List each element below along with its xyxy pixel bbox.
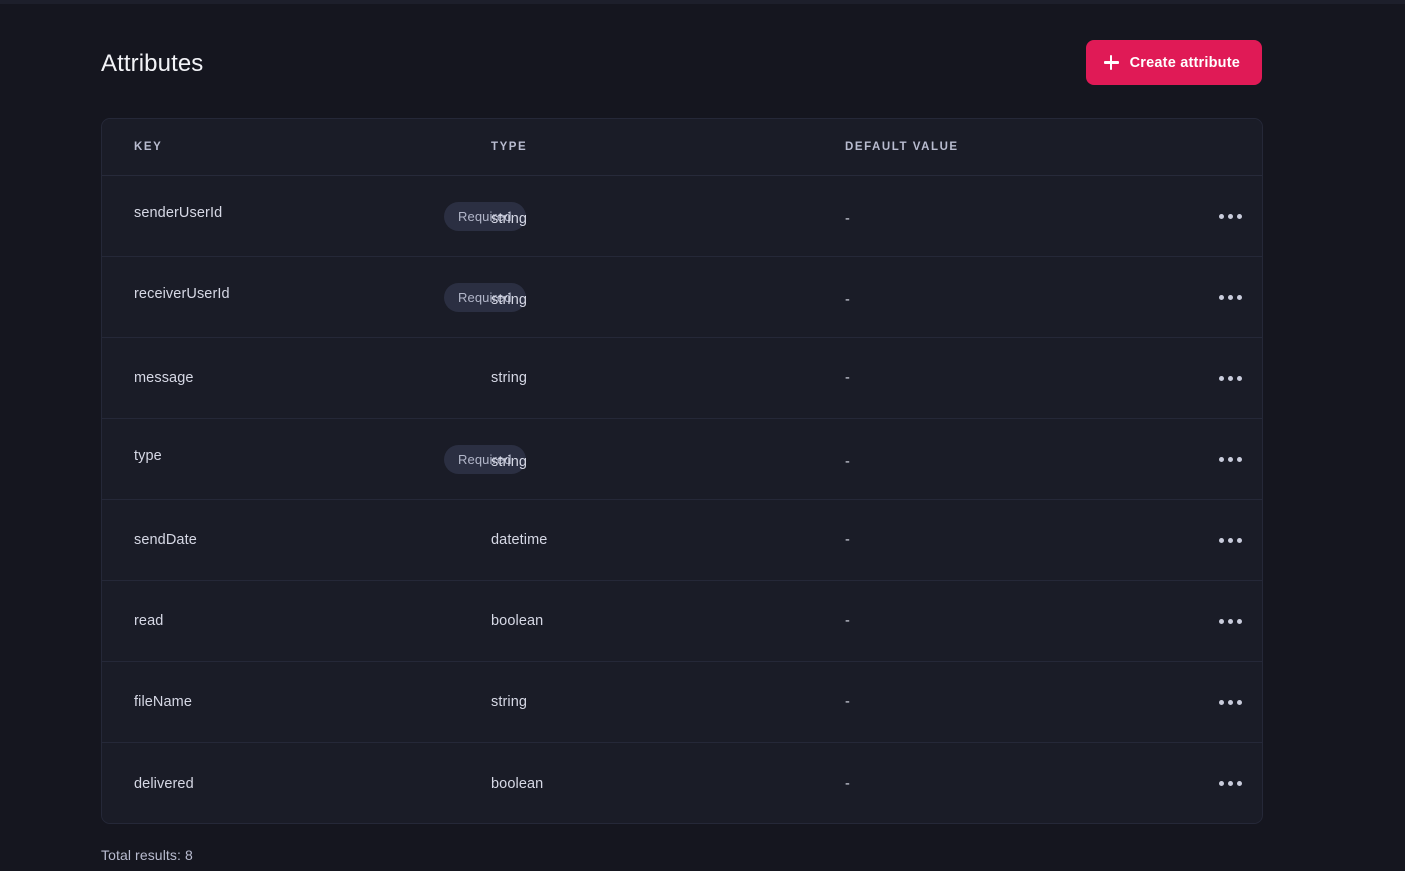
kebab-dot <box>1219 537 1224 543</box>
more-horizontal-icon[interactable] <box>1215 692 1246 713</box>
cell-default-value: - <box>845 694 850 710</box>
attribute-key-label: message <box>134 370 194 386</box>
kebab-dot <box>1237 456 1242 462</box>
table-row[interactable]: delivered boolean - <box>102 743 1262 823</box>
kebab-dot <box>1219 456 1224 462</box>
column-header-default-value: DEFAULT VALUE <box>845 141 959 153</box>
kebab-dot <box>1219 618 1224 624</box>
kebab-dot <box>1219 781 1224 786</box>
cell-key: type <box>102 448 487 467</box>
kebab-dot <box>1228 375 1233 381</box>
attribute-key-label: delivered <box>134 775 194 792</box>
cell-actions <box>1182 206 1262 227</box>
plus-icon <box>1103 55 1119 70</box>
column-header-type: TYPE <box>491 141 528 153</box>
cell-key: message <box>102 370 487 386</box>
cell-default-value: - <box>845 454 850 470</box>
cell-actions <box>1182 530 1262 551</box>
kebab-dot <box>1228 537 1233 543</box>
cell-key: senderUserId <box>102 205 487 224</box>
cell-key: receiverUserId <box>102 286 487 305</box>
kebab-dot <box>1219 699 1224 705</box>
cell-type: boolean <box>491 775 544 792</box>
cell-default-value: - <box>845 532 850 548</box>
table-row[interactable]: receiverUserId Required string - <box>102 257 1262 338</box>
kebab-dot <box>1228 213 1233 219</box>
create-attribute-label: Create attribute <box>1129 54 1240 71</box>
cell-actions <box>1182 692 1262 713</box>
cell-key: fileName <box>102 694 487 710</box>
cell-actions <box>1182 287 1262 308</box>
table-header-row: KEY TYPE DEFAULT VALUE <box>102 119 1262 176</box>
kebab-dot <box>1237 699 1242 705</box>
table-row[interactable]: read boolean - <box>102 581 1262 662</box>
more-horizontal-icon[interactable] <box>1215 773 1246 794</box>
cell-key: read <box>102 613 487 629</box>
cell-key: delivered <box>102 776 487 792</box>
more-horizontal-icon[interactable] <box>1215 530 1246 551</box>
cell-key: sendDate <box>102 532 487 548</box>
attribute-key-label: sendDate <box>134 532 197 548</box>
cell-default-value: - <box>845 613 850 629</box>
cell-default-value: - <box>845 292 850 308</box>
more-horizontal-icon[interactable] <box>1215 368 1246 389</box>
kebab-dot <box>1228 781 1233 786</box>
kebab-dot <box>1237 537 1242 543</box>
cell-actions <box>1182 368 1262 389</box>
more-horizontal-icon[interactable] <box>1215 206 1246 227</box>
page-title: Attributes <box>101 50 204 77</box>
more-horizontal-icon[interactable] <box>1215 611 1246 632</box>
cell-type: string <box>491 211 528 227</box>
attribute-key-label: receiverUserId <box>134 286 230 302</box>
table-row[interactable]: type Required string - <box>102 419 1262 500</box>
column-header-key: KEY <box>134 141 163 153</box>
cell-type: string <box>491 454 528 470</box>
more-horizontal-icon[interactable] <box>1215 449 1246 470</box>
page-header: Attributes Create attribute <box>101 40 1262 88</box>
table-row[interactable]: senderUserId Required string - <box>102 176 1262 257</box>
cell-default-value: - <box>845 370 850 386</box>
kebab-dot <box>1219 294 1224 300</box>
cell-type: string <box>491 694 528 710</box>
kebab-dot <box>1237 294 1242 300</box>
attribute-key-label: read <box>134 613 164 629</box>
kebab-dot <box>1219 375 1224 381</box>
cell-actions <box>1182 611 1262 632</box>
cell-type: datetime <box>491 532 548 548</box>
cell-default-value: - <box>845 211 850 227</box>
cell-default-value: - <box>845 775 850 792</box>
cell-actions <box>1182 773 1262 794</box>
table-row[interactable]: fileName string - <box>102 662 1262 743</box>
kebab-dot <box>1228 699 1233 705</box>
kebab-dot <box>1228 456 1233 462</box>
attributes-table: KEY TYPE DEFAULT VALUE senderUserId Requi… <box>101 118 1263 824</box>
kebab-dot <box>1228 618 1233 624</box>
table-row[interactable]: sendDate datetime - <box>102 500 1262 581</box>
cell-type: boolean <box>491 613 544 629</box>
kebab-dot <box>1228 294 1233 300</box>
more-horizontal-icon[interactable] <box>1215 287 1246 308</box>
kebab-dot <box>1237 375 1242 381</box>
table-body: senderUserId Required string - receiverUserI… <box>102 176 1262 823</box>
kebab-dot <box>1219 213 1224 219</box>
table-row[interactable]: message string - <box>102 338 1262 419</box>
cell-type: string <box>491 292 528 308</box>
kebab-dot <box>1237 781 1242 786</box>
create-attribute-button[interactable]: Create attribute <box>1085 40 1262 85</box>
attributes-page: Attributes Create attribute KEY TYPE DEF… <box>0 4 1405 871</box>
kebab-dot <box>1237 618 1242 624</box>
cell-type: string <box>491 370 528 386</box>
cell-actions <box>1182 449 1262 470</box>
attribute-key-label: senderUserId <box>134 205 223 221</box>
kebab-dot <box>1237 213 1242 219</box>
total-results-label: Total results: 8 <box>101 847 193 863</box>
attribute-key-label: fileName <box>134 694 193 710</box>
attribute-key-label: type <box>134 448 162 464</box>
